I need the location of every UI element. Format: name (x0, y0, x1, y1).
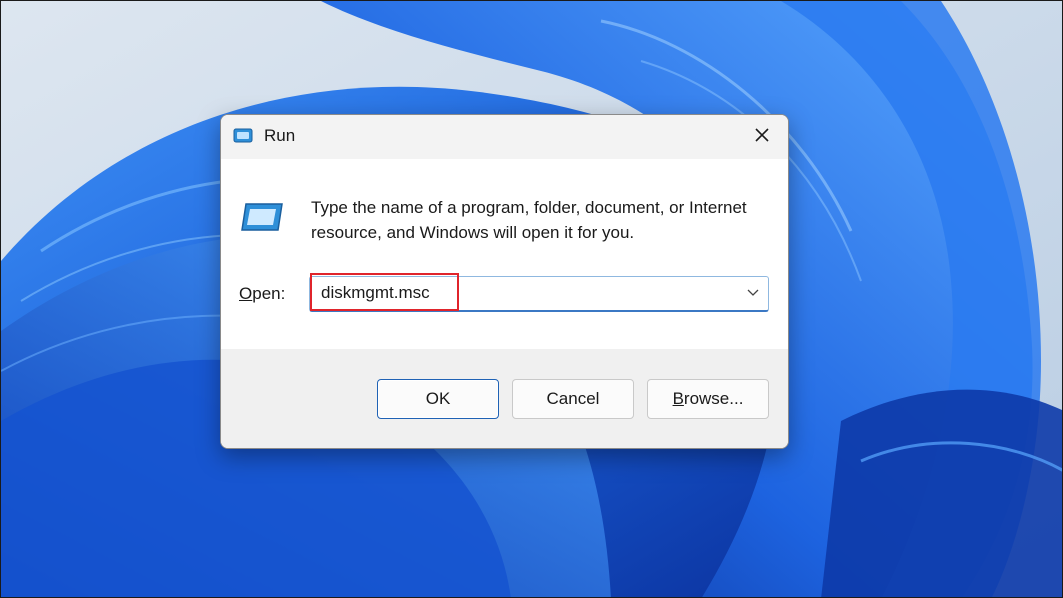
dialog-body: Type the name of a program, folder, docu… (221, 159, 788, 349)
chevron-down-icon (747, 284, 759, 302)
open-combobox[interactable] (309, 276, 769, 312)
run-dialog: Run Type the name of a program, folder, … (220, 114, 789, 449)
dialog-footer: OK Cancel Browse... (221, 349, 788, 448)
ok-button[interactable]: OK (377, 379, 499, 419)
browse-button[interactable]: Browse... (647, 379, 769, 419)
run-icon (240, 201, 284, 233)
close-icon (754, 127, 770, 148)
run-icon (233, 127, 253, 145)
dialog-description: Type the name of a program, folder, docu… (311, 198, 747, 242)
open-input[interactable] (310, 277, 730, 309)
browse-access-key: B (672, 389, 684, 408)
cancel-button[interactable]: Cancel (512, 379, 634, 419)
close-button[interactable] (746, 121, 778, 153)
dropdown-button[interactable] (744, 284, 762, 302)
dialog-title: Run (264, 126, 296, 145)
browse-label-rest: rowse... (683, 389, 744, 408)
open-label: Open: (239, 284, 286, 303)
title-bar[interactable]: Run (221, 115, 788, 159)
